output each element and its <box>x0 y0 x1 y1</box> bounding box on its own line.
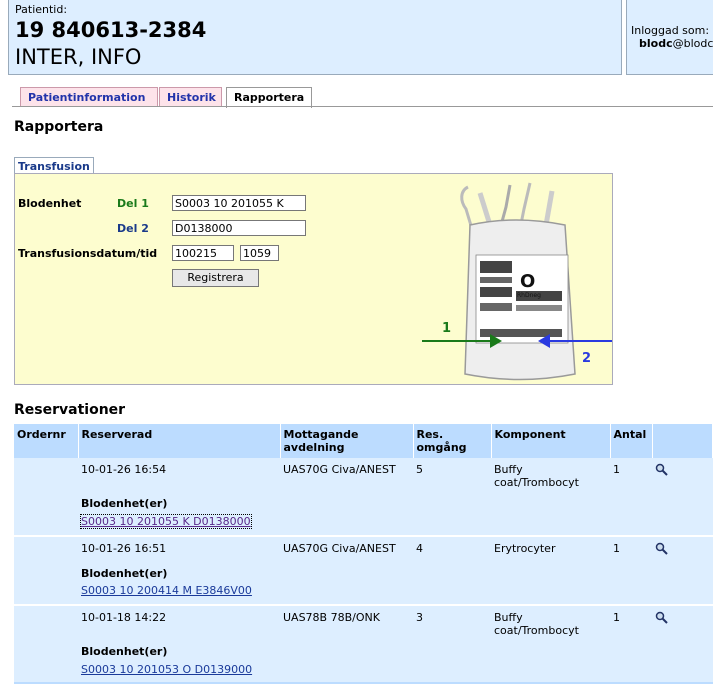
reservations-title: Reservationer <box>14 402 126 418</box>
magnifier-icon[interactable] <box>655 611 669 625</box>
cell-komponent: Erytrocyter <box>491 535 610 559</box>
table-row: 10-01-26 16:51 UAS70G Civa/ANEST 4 Erytr… <box>14 535 713 559</box>
cell-ordernr <box>14 535 78 559</box>
cell-komponent: Buffy coat/Trombocyt <box>491 604 610 637</box>
tab-patientinformation[interactable]: Patientinformation <box>20 87 158 107</box>
cell-avdelning: UAS70G Civa/ANEST <box>280 535 413 559</box>
del1-input[interactable] <box>172 195 306 211</box>
blodenhet-link[interactable]: S0003 10 201055 K D0138000 <box>80 514 252 529</box>
login-user-name: blodc <box>639 37 673 50</box>
cell-action <box>652 458 713 489</box>
komponent-line2: coat/Trombocyt <box>494 476 579 489</box>
del1-label: Del 1 <box>117 197 149 210</box>
cell-reserverad: 10-01-18 14:22 <box>78 604 280 637</box>
cell-action <box>652 604 713 637</box>
cell-action <box>652 535 713 559</box>
cell-ordernr <box>14 604 78 637</box>
cell-avdelning: UAS78B 78B/ONK <box>280 604 413 637</box>
page-title: Rapportera <box>14 119 104 135</box>
patient-id: 19 840613-2384 <box>15 18 207 42</box>
magnifier-icon[interactable] <box>655 542 669 556</box>
col-ordernr: Ordernr <box>14 424 79 458</box>
cell-omgang: 3 <box>413 604 491 637</box>
login-label: Inloggad som: <box>631 24 710 37</box>
login-user-domain: @blodc <box>672 37 713 50</box>
arrow-1-label: 1 <box>442 321 451 336</box>
login-user: blodc@blodc <box>639 37 713 50</box>
del2-input[interactable] <box>172 220 306 236</box>
cell-antal: 1 <box>610 535 652 559</box>
cell-reserverad: 10-01-26 16:51 <box>78 535 280 559</box>
blodenhet-link[interactable]: S0003 10 200414 M E3846V00 <box>81 584 252 597</box>
blodenhet-label: Blodenhet <box>18 197 82 210</box>
blodenhet-label: Blodenhet(er) <box>81 645 168 658</box>
table-row-detail: Blodenhet(er) S0003 10 201053 O D0139000 <box>14 637 713 684</box>
login-info: Inloggad som: blodc@blodc <box>626 0 713 75</box>
del2-label: Del 2 <box>117 222 149 235</box>
tab-historik[interactable]: Historik <box>159 87 222 107</box>
magnifier-icon[interactable] <box>655 463 669 477</box>
cell-antal: 1 <box>610 458 652 489</box>
col-antal: Antal <box>610 424 653 458</box>
blodenhet-cell: Blodenhet(er) S0003 10 201055 K D0138000 <box>78 489 713 536</box>
transfusion-form: Blodenhet Del 1 Del 2 Transfusionsdatum/… <box>14 173 613 385</box>
patient-header: Patientid: 19 840613-2384 INTER, INFO <box>8 0 622 75</box>
blood-bag-illustration: O RhDneg 1 2 <box>422 182 612 381</box>
komponent-line2: coat/Trombocyt <box>494 624 579 637</box>
cell-avdelning: UAS70G Civa/ANEST <box>280 458 413 489</box>
arrow-2-label: 2 <box>582 351 591 366</box>
blodenhet-cell: Blodenhet(er) S0003 10 201053 O D0139000 <box>78 637 713 684</box>
table-header: Ordernr Reserverad Mottagande avdelning R… <box>14 424 713 458</box>
registrera-button[interactable]: Registrera <box>172 269 259 287</box>
blodenhet-label: Blodenhet(er) <box>81 567 168 580</box>
tab-rapportera[interactable]: Rapportera <box>226 87 312 108</box>
komponent-line1: Erytrocyter <box>494 542 556 555</box>
patient-id-label: Patientid: <box>15 3 68 16</box>
col-mottagande: Mottagande avdelning <box>280 424 414 458</box>
transfusion-time-input[interactable] <box>240 245 279 261</box>
col-mottagande-line1: Mottagande <box>283 428 359 441</box>
col-res-line2: omgång <box>416 441 467 454</box>
patient-name: INTER, INFO <box>15 45 142 69</box>
table-row: 10-01-26 16:54 UAS70G Civa/ANEST 5 Buffy… <box>14 458 713 489</box>
komponent-line1: Buffy <box>494 611 523 624</box>
transfusion-datetime-label: Transfusionsdatum/tid <box>18 247 158 260</box>
reservations-table: Ordernr Reserverad Mottagande avdelning R… <box>14 424 713 684</box>
col-mottagande-line2: avdelning <box>283 441 345 454</box>
table-row-detail: Blodenhet(er) S0003 10 201055 K D0138000 <box>14 489 713 536</box>
rh-label: RhDneg <box>517 292 541 299</box>
blodenhet-cell: Blodenhet(er) S0003 10 200414 M E3846V00 <box>78 559 713 605</box>
table-row: 10-01-18 14:22 UAS78B 78B/ONK 3 Buffy coa… <box>14 604 713 637</box>
col-res-omgang: Res. omgång <box>413 424 492 458</box>
col-actions <box>652 424 713 458</box>
blood-group: O <box>520 271 535 292</box>
transfusion-date-input[interactable] <box>172 245 234 261</box>
col-reserverad: Reserverad <box>78 424 281 458</box>
cell-komponent: Buffy coat/Trombocyt <box>491 458 610 489</box>
tab-transfusion[interactable]: Transfusion <box>14 157 94 174</box>
cell-ordernr <box>14 458 78 489</box>
blodenhet-label: Blodenhet(er) <box>81 497 168 510</box>
cell-antal: 1 <box>610 604 652 637</box>
table-row-detail: Blodenhet(er) S0003 10 200414 M E3846V00 <box>14 559 713 605</box>
cell-omgang: 4 <box>413 535 491 559</box>
blodenhet-link[interactable]: S0003 10 201053 O D0139000 <box>81 663 252 676</box>
col-komponent: Komponent <box>491 424 611 458</box>
tab-divider <box>12 106 713 107</box>
komponent-line1: Buffy <box>494 463 523 476</box>
cell-omgang: 5 <box>413 458 491 489</box>
col-res-line1: Res. <box>416 428 444 441</box>
cell-reserverad: 10-01-26 16:54 <box>78 458 280 489</box>
